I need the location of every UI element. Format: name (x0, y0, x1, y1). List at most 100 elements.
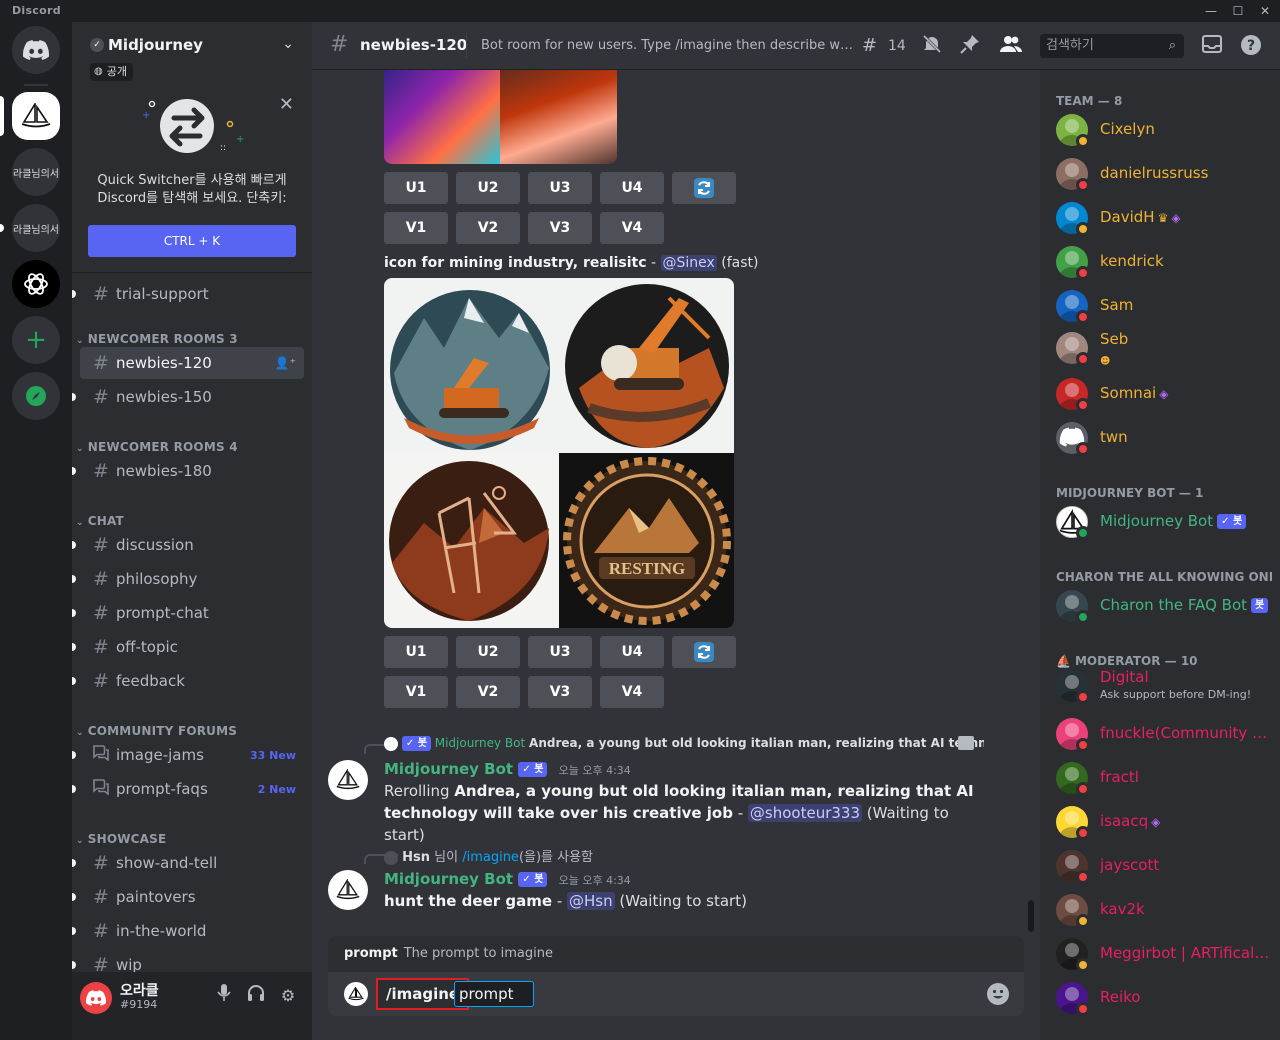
server-raclnim-1[interactable]: 라클님의서 (12, 148, 60, 196)
message-author[interactable]: Midjourney Bot ✓ 봇 오늘 오후 4:34 (384, 870, 631, 888)
variation-button-2[interactable]: V2 (456, 212, 520, 244)
member-item[interactable]: Somnai ◈ (1048, 374, 1276, 416)
member-item[interactable]: Charon the FAQ Bot 봇 (1048, 586, 1276, 628)
upscale-button-2[interactable]: U2 (456, 636, 520, 668)
image-cell[interactable]: RESTING (559, 453, 734, 628)
upscale-button-3[interactable]: U3 (528, 172, 592, 204)
add-server-button[interactable]: + (12, 316, 60, 364)
channel-feedback[interactable]: # feedback (72, 665, 304, 697)
member-item[interactable]: Sam (1048, 286, 1276, 328)
channel-topic[interactable]: Bot room for new users. Type /imagine th… (481, 38, 853, 53)
upscale-button-3[interactable]: U3 (528, 636, 592, 668)
variation-button-4[interactable]: V4 (600, 212, 664, 244)
members-list-icon[interactable] (1000, 34, 1022, 58)
member-item[interactable]: fnuckle(Community Li... (1048, 714, 1276, 756)
user-mention[interactable]: @Sinex (660, 255, 717, 271)
reroll-button[interactable] (672, 636, 736, 668)
channel-show-and-tell[interactable]: # show-and-tell (72, 847, 304, 879)
chat-area: U1 U2 U3 U4 V1 V2 V3 V4 icon for mining … (312, 22, 1040, 1040)
headphones-icon[interactable] (244, 984, 268, 1008)
upscale-button-1[interactable]: U1 (384, 172, 448, 204)
member-item[interactable]: isaacq ◈ (1048, 802, 1276, 844)
message-author[interactable]: Midjourney Bot ✓ 봇 오늘 오후 4:34 (384, 760, 631, 778)
image-cell[interactable] (384, 453, 559, 628)
member-item[interactable]: kav2k (1048, 890, 1276, 932)
gear-icon[interactable]: ⚙ (276, 984, 300, 1008)
member-item[interactable]: Meggirbot | ARTifical ... (1048, 934, 1276, 976)
variation-button-1[interactable]: V1 (384, 676, 448, 708)
home-button[interactable] (12, 26, 60, 74)
channel-discussion[interactable]: # discussion (72, 529, 304, 561)
channel-category[interactable]: ⌄ NEWCOMER ROOMS 3 (76, 332, 238, 346)
image-cell[interactable] (384, 278, 559, 453)
threads-icon[interactable]: # (862, 34, 877, 58)
member-item[interactable]: Midjourney Bot ✓ 봇 (1048, 502, 1276, 544)
minimize-icon[interactable]: — (1202, 2, 1220, 20)
upscale-button-4[interactable]: U4 (600, 172, 664, 204)
search-input[interactable]: 검색하기 ⌕ (1040, 34, 1184, 58)
member-item[interactable]: DavidH ♛ ◈ (1048, 198, 1276, 240)
server-chatgpt[interactable] (12, 260, 60, 308)
image-cell[interactable] (559, 278, 734, 453)
image-grid-mining[interactable]: RESTING (384, 278, 734, 628)
message-composer[interactable]: /imagine prompt (328, 972, 1024, 1016)
member-item[interactable]: jayscott (1048, 846, 1276, 888)
member-item[interactable]: Reiko (1048, 978, 1276, 1020)
help-icon[interactable]: ? (1240, 34, 1262, 58)
avatar[interactable] (80, 982, 112, 1014)
emoji-icon[interactable] (986, 982, 1010, 1006)
member-item[interactable]: Cixelyn (1048, 110, 1276, 152)
status-dnd-icon (1076, 398, 1090, 412)
channel-paintovers[interactable]: # paintovers (72, 881, 304, 913)
reply-preview[interactable]: ✓ 봇 Midjourney Bot Andrea, a young but o… (384, 736, 984, 751)
channel-in-the-world[interactable]: # in-the-world (72, 915, 304, 947)
channel-off-topic[interactable]: # off-topic (72, 631, 304, 663)
pin-icon[interactable] (960, 34, 980, 58)
member-item[interactable]: twn (1048, 418, 1276, 460)
channel-philosophy[interactable]: # philosophy (72, 563, 304, 595)
reroll-button[interactable] (672, 172, 736, 204)
channel-prompt-faqs[interactable]: prompt-faqs 2 New (72, 773, 304, 805)
avatar[interactable] (328, 870, 368, 910)
channel-trial-support[interactable]: # trial-support (72, 278, 304, 310)
quick-switcher-button[interactable]: CTRL + K (88, 225, 296, 257)
channel-newbies-180[interactable]: # newbies-180 (72, 455, 304, 487)
close-promo-icon[interactable]: ✕ (279, 94, 294, 115)
microphone-icon[interactable] (212, 984, 236, 1008)
upscale-button-4[interactable]: U4 (600, 636, 664, 668)
variation-button-3[interactable]: V3 (528, 212, 592, 244)
variation-button-3[interactable]: V3 (528, 676, 592, 708)
member-item[interactable]: Seb ☻ (1048, 328, 1276, 370)
server-raclnim-2[interactable]: 라클님의서 (12, 204, 60, 252)
upscale-button-2[interactable]: U2 (456, 172, 520, 204)
explore-button[interactable] (12, 372, 60, 420)
member-item[interactable]: kendrick (1048, 242, 1276, 284)
member-item[interactable]: Digital Ask support before DM-ing! (1048, 666, 1276, 708)
channel-category[interactable]: ⌄ SHOWCASE (76, 832, 166, 846)
user-mention[interactable]: @Hsn (567, 892, 615, 910)
channel-newbies-120[interactable]: # newbies-120 👤⁺ (80, 347, 304, 379)
channel-category[interactable]: ⌄ CHAT (76, 514, 124, 528)
channel-category[interactable]: ⌄ COMMUNITY FORUMS (76, 724, 237, 738)
scrollbar[interactable] (1028, 900, 1034, 932)
variation-button-1[interactable]: V1 (384, 212, 448, 244)
variation-button-2[interactable]: V2 (456, 676, 520, 708)
channel-prompt-chat[interactable]: # prompt-chat (72, 597, 304, 629)
mute-bell-icon[interactable] (922, 34, 942, 58)
inbox-icon[interactable] (1202, 34, 1222, 58)
server-midjourney[interactable] (12, 92, 60, 140)
channel-image-jams[interactable]: image-jams 33 New (72, 739, 304, 771)
upscale-button-1[interactable]: U1 (384, 636, 448, 668)
prompt-option-input[interactable]: prompt (454, 981, 534, 1007)
invite-user-icon[interactable]: 👤⁺ (275, 356, 296, 370)
member-item[interactable]: fractl (1048, 758, 1276, 800)
close-window-icon[interactable]: ✕ (1256, 2, 1274, 20)
variation-button-4[interactable]: V4 (600, 676, 664, 708)
nitro-boost-icon: ◈ (1151, 815, 1161, 829)
avatar[interactable] (328, 760, 368, 800)
channel-category[interactable]: ⌄ NEWCOMER ROOMS 4 (76, 440, 238, 454)
user-mention[interactable]: @shooteur333 (747, 804, 862, 822)
member-item[interactable]: danielrussruss (1048, 154, 1276, 196)
channel-newbies-150[interactable]: # newbies-150 (72, 381, 304, 413)
maximize-icon[interactable]: ☐ (1229, 2, 1247, 20)
